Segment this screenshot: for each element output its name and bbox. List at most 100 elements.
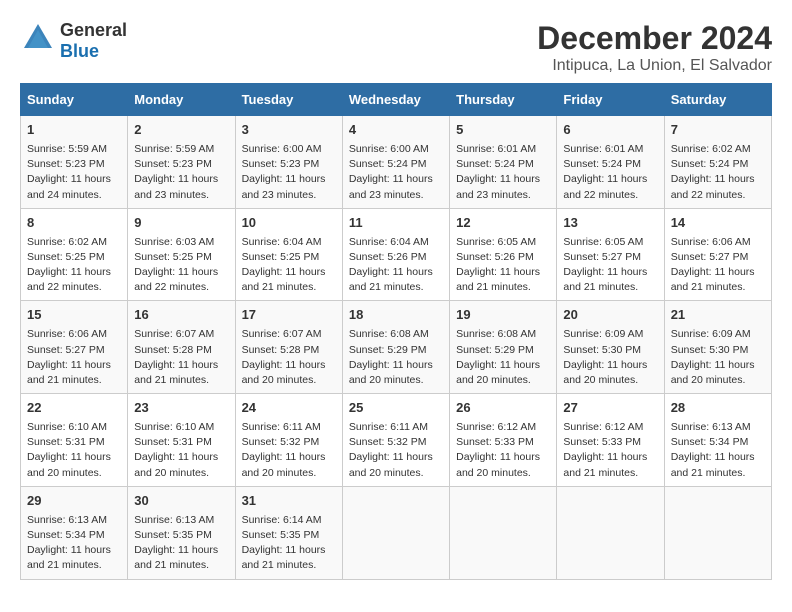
header: General Blue December 2024 Intipuca, La … — [20, 20, 772, 75]
day-cell-4: 4 Sunrise: 6:00 AM Sunset: 5:24 PM Daylig… — [342, 116, 449, 209]
header-row: SundayMondayTuesdayWednesdayThursdayFrid… — [21, 84, 772, 116]
col-header-tuesday: Tuesday — [235, 84, 342, 116]
col-header-friday: Friday — [557, 84, 664, 116]
day-cell-12: 12Sunrise: 6:05 AM Sunset: 5:26 PM Dayli… — [450, 208, 557, 301]
day-info: Sunrise: 6:13 AM Sunset: 5:35 PM Dayligh… — [134, 513, 228, 574]
day-info: Sunrise: 6:06 AM Sunset: 5:27 PM Dayligh… — [671, 235, 765, 296]
logo-general: General — [60, 20, 127, 40]
day-cell-30: 30 Sunrise: 6:13 AM Sunset: 5:35 PM Dayli… — [128, 486, 235, 579]
day-number: 6 — [563, 121, 657, 140]
empty-cell — [557, 486, 664, 579]
day-cell-6: 6 Sunrise: 6:01 AM Sunset: 5:24 PM Daylig… — [557, 116, 664, 209]
day-cell-9: 9 Sunrise: 6:03 AM Sunset: 5:25 PM Daylig… — [128, 208, 235, 301]
day-number: 13 — [563, 214, 657, 233]
day-info: Sunrise: 6:05 AM Sunset: 5:27 PM Dayligh… — [563, 235, 657, 296]
empty-cell — [664, 486, 771, 579]
day-number: 31 — [242, 492, 336, 511]
day-number: 19 — [456, 306, 550, 325]
day-info: Sunrise: 6:13 AM Sunset: 5:34 PM Dayligh… — [671, 420, 765, 481]
day-cell-16: 16 Sunrise: 6:07 AM Sunset: 5:28 PM Dayli… — [128, 301, 235, 394]
day-cell-24: 24 Sunrise: 6:11 AM Sunset: 5:32 PM Dayli… — [235, 394, 342, 487]
day-cell-14: 14 Sunrise: 6:06 AM Sunset: 5:27 PM Dayli… — [664, 208, 771, 301]
day-info: Sunrise: 5:59 AM Sunset: 5:23 PM Dayligh… — [134, 142, 228, 203]
day-number: 27 — [563, 399, 657, 418]
day-number: 16 — [134, 306, 228, 325]
day-cell-21: 21Sunrise: 6:09 AM Sunset: 5:30 PM Dayli… — [664, 301, 771, 394]
day-info: Sunrise: 6:14 AM Sunset: 5:35 PM Dayligh… — [242, 513, 336, 574]
day-info: Sunrise: 6:01 AM Sunset: 5:24 PM Dayligh… — [563, 142, 657, 203]
day-cell-10: 10 Sunrise: 6:04 AM Sunset: 5:25 PM Dayli… — [235, 208, 342, 301]
day-info: Sunrise: 6:08 AM Sunset: 5:29 PM Dayligh… — [456, 327, 550, 388]
day-number: 7 — [671, 121, 765, 140]
day-cell-29: 29 Sunrise: 6:13 AM Sunset: 5:34 PM Dayli… — [21, 486, 128, 579]
calendar-table: SundayMondayTuesdayWednesdayThursdayFrid… — [20, 83, 772, 580]
day-cell-2: 2 Sunrise: 5:59 AM Sunset: 5:23 PM Daylig… — [128, 116, 235, 209]
week-row-3: 15Sunrise: 6:06 AM Sunset: 5:27 PM Dayli… — [21, 301, 772, 394]
empty-cell — [342, 486, 449, 579]
month-title: December 2024 — [537, 20, 772, 57]
week-row-4: 22 Sunrise: 6:10 AM Sunset: 5:31 PM Dayli… — [21, 394, 772, 487]
day-info: Sunrise: 6:05 AM Sunset: 5:26 PM Dayligh… — [456, 235, 550, 296]
week-row-5: 29 Sunrise: 6:13 AM Sunset: 5:34 PM Dayli… — [21, 486, 772, 579]
logo-text: General Blue — [60, 20, 127, 62]
day-info: Sunrise: 6:13 AM Sunset: 5:34 PM Dayligh… — [27, 513, 121, 574]
day-number: 24 — [242, 399, 336, 418]
col-header-wednesday: Wednesday — [342, 84, 449, 116]
day-info: Sunrise: 6:04 AM Sunset: 5:25 PM Dayligh… — [242, 235, 336, 296]
col-header-thursday: Thursday — [450, 84, 557, 116]
day-cell-3: 3Sunrise: 6:00 AM Sunset: 5:23 PM Daylig… — [235, 116, 342, 209]
day-info: Sunrise: 6:12 AM Sunset: 5:33 PM Dayligh… — [456, 420, 550, 481]
day-info: Sunrise: 6:07 AM Sunset: 5:28 PM Dayligh… — [134, 327, 228, 388]
day-info: Sunrise: 6:11 AM Sunset: 5:32 PM Dayligh… — [242, 420, 336, 481]
day-info: Sunrise: 6:03 AM Sunset: 5:25 PM Dayligh… — [134, 235, 228, 296]
day-cell-27: 27 Sunrise: 6:12 AM Sunset: 5:33 PM Dayli… — [557, 394, 664, 487]
logo-blue: Blue — [60, 41, 99, 61]
day-number: 21 — [671, 306, 765, 325]
col-header-saturday: Saturday — [664, 84, 771, 116]
day-cell-26: 26 Sunrise: 6:12 AM Sunset: 5:33 PM Dayli… — [450, 394, 557, 487]
day-cell-20: 20Sunrise: 6:09 AM Sunset: 5:30 PM Dayli… — [557, 301, 664, 394]
day-number: 14 — [671, 214, 765, 233]
day-number: 28 — [671, 399, 765, 418]
empty-cell — [450, 486, 557, 579]
day-info: Sunrise: 6:11 AM Sunset: 5:32 PM Dayligh… — [349, 420, 443, 481]
day-number: 8 — [27, 214, 121, 233]
day-number: 15 — [27, 306, 121, 325]
day-number: 25 — [349, 399, 443, 418]
day-number: 1 — [27, 121, 121, 140]
day-info: Sunrise: 5:59 AM Sunset: 5:23 PM Dayligh… — [27, 142, 121, 203]
day-info: Sunrise: 6:04 AM Sunset: 5:26 PM Dayligh… — [349, 235, 443, 296]
day-cell-8: 8 Sunrise: 6:02 AM Sunset: 5:25 PM Daylig… — [21, 208, 128, 301]
logo: General Blue — [20, 20, 127, 62]
day-cell-22: 22 Sunrise: 6:10 AM Sunset: 5:31 PM Dayli… — [21, 394, 128, 487]
day-info: Sunrise: 6:10 AM Sunset: 5:31 PM Dayligh… — [27, 420, 121, 481]
day-cell-15: 15Sunrise: 6:06 AM Sunset: 5:27 PM Dayli… — [21, 301, 128, 394]
logo-icon — [20, 20, 56, 62]
day-cell-13: 13 Sunrise: 6:05 AM Sunset: 5:27 PM Dayli… — [557, 208, 664, 301]
day-number: 5 — [456, 121, 550, 140]
day-number: 3 — [242, 121, 336, 140]
day-info: Sunrise: 6:02 AM Sunset: 5:25 PM Dayligh… — [27, 235, 121, 296]
day-info: Sunrise: 6:12 AM Sunset: 5:33 PM Dayligh… — [563, 420, 657, 481]
day-number: 4 — [349, 121, 443, 140]
title-area: December 2024 Intipuca, La Union, El Sal… — [537, 20, 772, 75]
col-header-sunday: Sunday — [21, 84, 128, 116]
day-info: Sunrise: 6:10 AM Sunset: 5:31 PM Dayligh… — [134, 420, 228, 481]
day-number: 26 — [456, 399, 550, 418]
day-info: Sunrise: 6:07 AM Sunset: 5:28 PM Dayligh… — [242, 327, 336, 388]
day-cell-23: 23 Sunrise: 6:10 AM Sunset: 5:31 PM Dayli… — [128, 394, 235, 487]
day-number: 9 — [134, 214, 228, 233]
day-number: 29 — [27, 492, 121, 511]
day-cell-18: 18Sunrise: 6:08 AM Sunset: 5:29 PM Dayli… — [342, 301, 449, 394]
day-number: 11 — [349, 214, 443, 233]
day-number: 10 — [242, 214, 336, 233]
day-cell-19: 19 Sunrise: 6:08 AM Sunset: 5:29 PM Dayli… — [450, 301, 557, 394]
day-number: 2 — [134, 121, 228, 140]
day-number: 22 — [27, 399, 121, 418]
day-number: 20 — [563, 306, 657, 325]
day-number: 30 — [134, 492, 228, 511]
day-info: Sunrise: 6:08 AM Sunset: 5:29 PM Dayligh… — [349, 327, 443, 388]
day-info: Sunrise: 6:00 AM Sunset: 5:24 PM Dayligh… — [349, 142, 443, 203]
day-number: 23 — [134, 399, 228, 418]
week-row-2: 8 Sunrise: 6:02 AM Sunset: 5:25 PM Daylig… — [21, 208, 772, 301]
